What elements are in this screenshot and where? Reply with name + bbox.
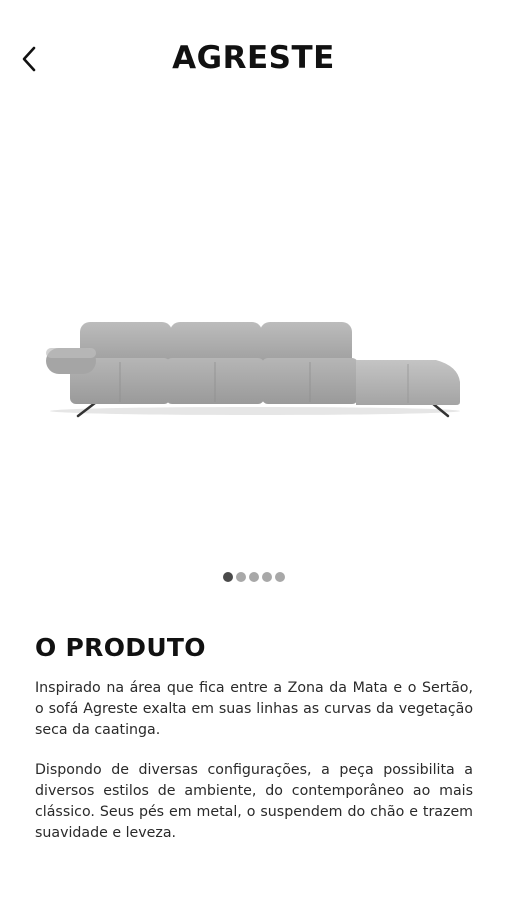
section-heading: O PRODUTO	[35, 633, 206, 662]
product-description-section: O PRODUTO Inspirado na área que fica ent…	[35, 633, 473, 864]
carousel-dot-2[interactable]	[235, 572, 246, 582]
carousel-pagination	[0, 572, 507, 582]
carousel-dot-4[interactable]	[261, 572, 272, 582]
top-bar: AGRESTE	[0, 0, 507, 120]
carousel-dot-1[interactable]	[222, 572, 233, 582]
description-paragraph: Inspirado na área que fica entre a Zona …	[35, 680, 473, 738]
page-title: AGRESTE	[172, 40, 335, 76]
agreste-sofa-image	[46, 322, 460, 418]
description-paragraph: Dispondo de diversas configurações, a pe…	[35, 762, 473, 841]
product-image-carousel[interactable]	[0, 120, 507, 560]
carousel-dot-3[interactable]	[248, 572, 259, 582]
carousel-dot-5[interactable]	[274, 572, 285, 582]
